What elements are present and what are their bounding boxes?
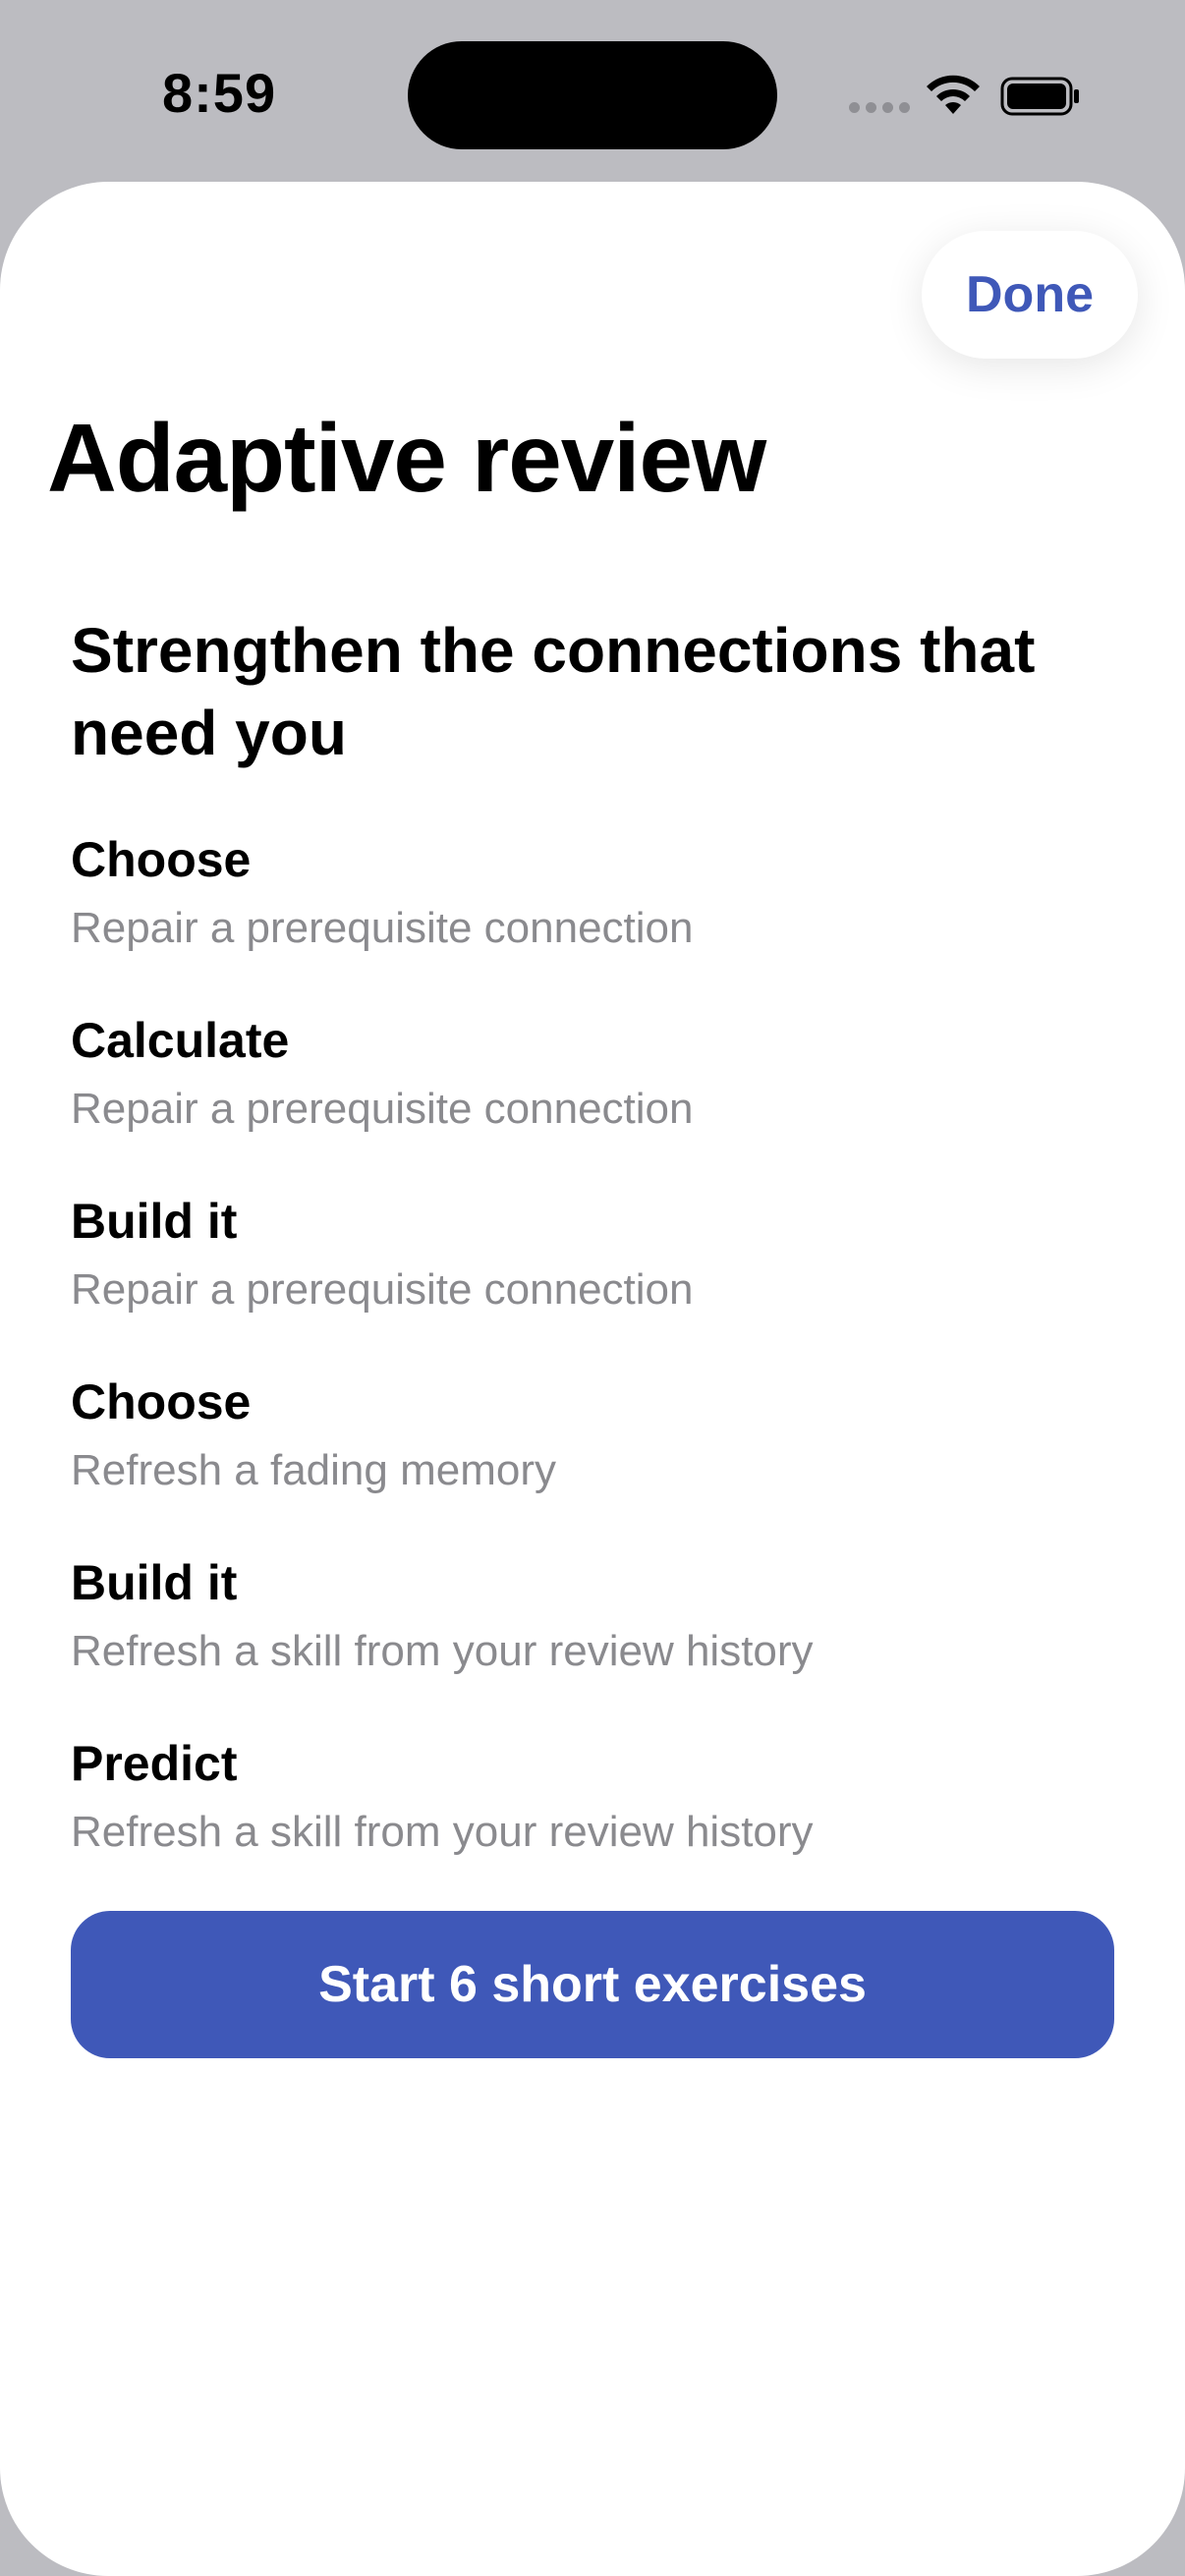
item-subtitle: Refresh a skill from your review history (71, 1627, 814, 1675)
status-bar: 8:59 (0, 0, 1185, 182)
cellular-signal-icon (849, 102, 910, 113)
wifi-icon (927, 75, 980, 114)
battery-icon (1000, 77, 1079, 116)
item-title: Choose (71, 1374, 252, 1429)
item-subtitle: Repair a prerequisite connection (71, 1085, 694, 1133)
list-item: Choose Refresh a fading memory (71, 1368, 1112, 1548)
done-button[interactable]: Done (922, 231, 1138, 359)
list-item: Choose Repair a prerequisite connection (71, 825, 1112, 1006)
list-item: Build it Refresh a skill from your revie… (71, 1548, 1112, 1729)
list-item: Predict Refresh a skill from your review… (71, 1729, 1112, 1910)
item-title: Predict (71, 1736, 238, 1791)
item-title: Choose (71, 832, 252, 887)
item-subtitle: Refresh a skill from your review history (71, 1808, 814, 1856)
exercise-list: Choose Repair a prerequisite connection … (71, 825, 1112, 1910)
page-title: Adaptive review (47, 404, 766, 512)
item-title: Build it (71, 1194, 238, 1249)
list-item: Calculate Repair a prerequisite connecti… (71, 1006, 1112, 1187)
item-title: Calculate (71, 1013, 290, 1068)
item-subtitle: Repair a prerequisite connection (71, 1265, 694, 1314)
review-sheet: Done Adaptive review Strengthen the conn… (0, 182, 1185, 2576)
dynamic-island (408, 41, 777, 149)
item-subtitle: Repair a prerequisite connection (71, 904, 694, 952)
status-time: 8:59 (162, 62, 277, 124)
section-heading: Strengthen the connections that need you (71, 615, 1036, 768)
item-title: Build it (71, 1555, 238, 1610)
list-item: Build it Repair a prerequisite connectio… (71, 1187, 1112, 1368)
item-subtitle: Refresh a fading memory (71, 1446, 556, 1494)
start-exercises-button[interactable]: Start 6 short exercises (71, 1911, 1114, 2058)
